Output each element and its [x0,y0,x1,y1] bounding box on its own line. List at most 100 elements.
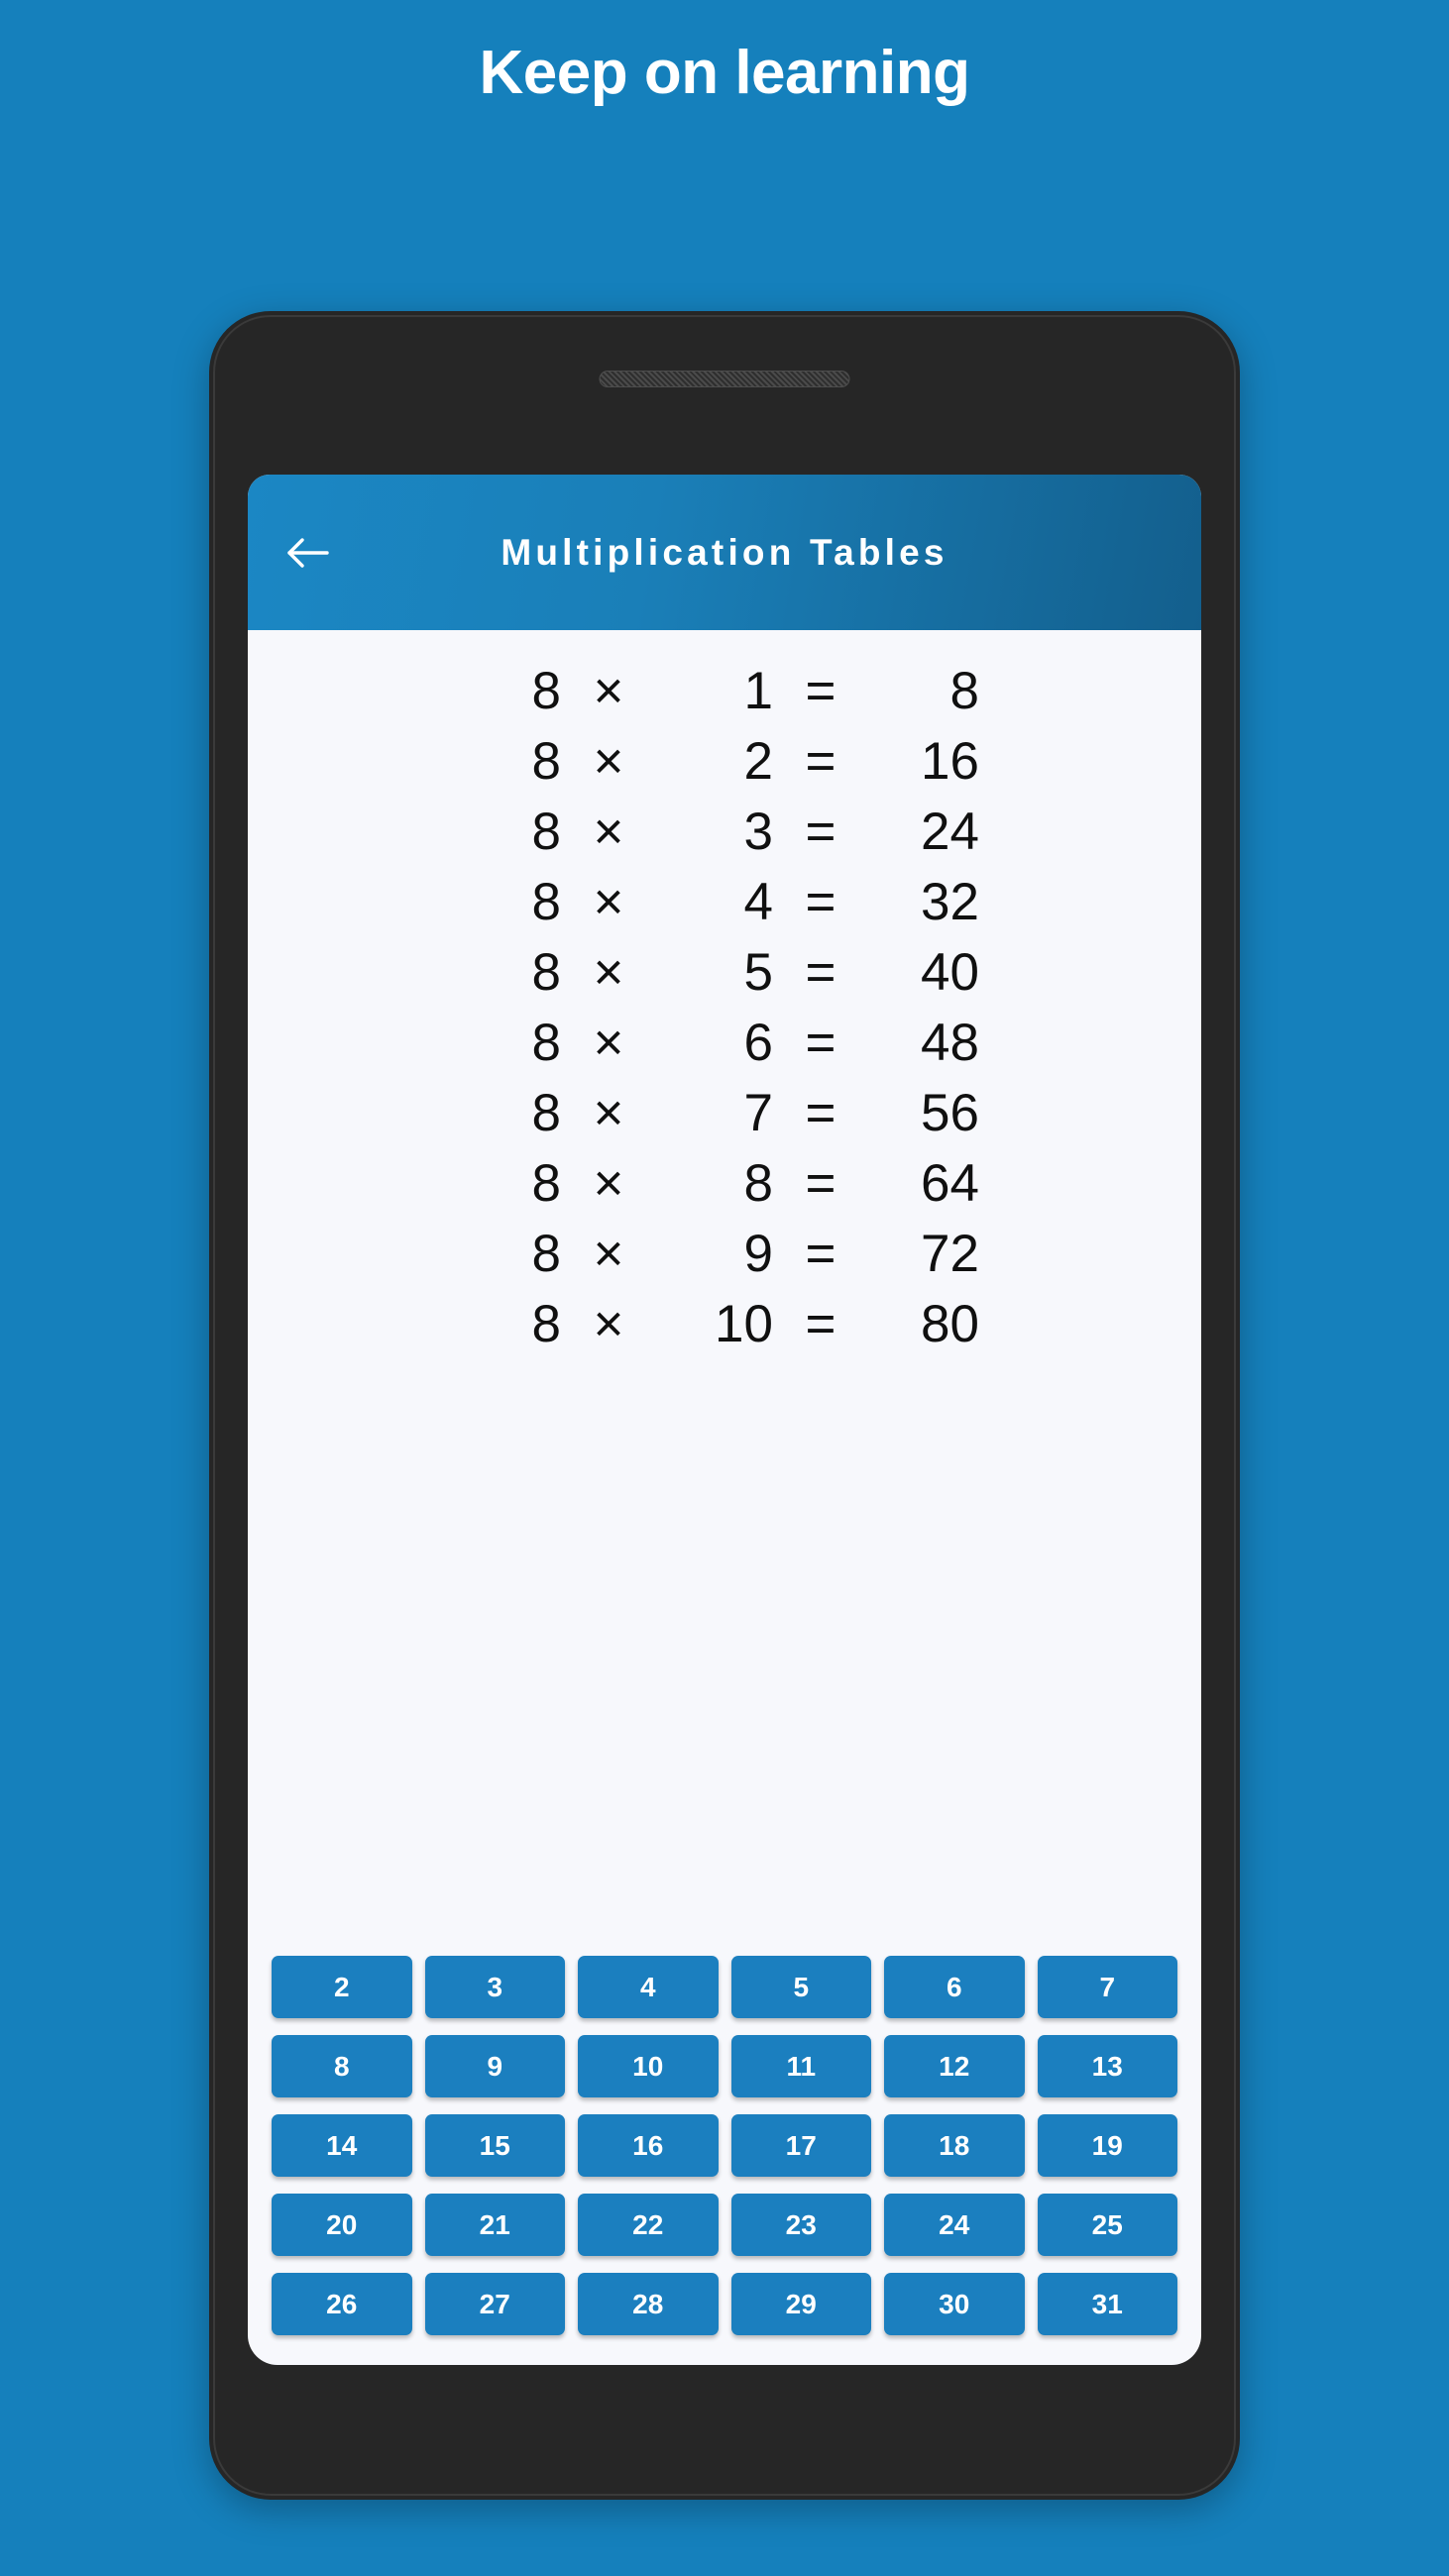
table-row: 8 × 7 = 56 [248,1078,1201,1148]
number-button-2[interactable]: 2 [272,1956,412,2018]
phone-screen: Multiplication Tables 8 × 1 = 8 8 × 2 = 16 8 × 3 = 24 8… [248,475,1201,2365]
equals-sign: = [805,803,836,861]
multiplier: 2 [743,732,773,791]
number-button-21[interactable]: 21 [424,2194,565,2256]
multiplier: 8 [743,1154,773,1213]
multiplier: 9 [743,1225,773,1283]
multiply-icon: × [593,662,624,720]
arrow-left-icon [286,536,330,570]
number-pad: 2 3 4 5 6 7 8 9 10 11 12 13 14 15 16 17 18 19 20 21 22 23 24 25… [248,1956,1201,2365]
page-title: Multiplication Tables [501,531,948,573]
multiply-icon: × [593,1154,624,1213]
number-button-18[interactable]: 18 [884,2114,1025,2177]
number-button-14[interactable]: 14 [272,2114,412,2177]
number-button-27[interactable]: 27 [424,2273,565,2335]
multiply-icon: × [593,943,624,1002]
multiply-icon: × [593,873,624,931]
number-button-24[interactable]: 24 [884,2194,1025,2256]
product: 8 [949,662,979,720]
table-row: 8 × 6 = 48 [248,1008,1201,1078]
table-row: 8 × 2 = 16 [248,726,1201,797]
multiplicand: 8 [531,873,561,931]
number-button-25[interactable]: 25 [1037,2194,1177,2256]
multiplicand: 8 [531,1225,561,1283]
equals-sign: = [805,943,836,1002]
number-pad-row: 26 27 28 29 30 31 [272,2273,1177,2335]
product: 56 [921,1084,979,1142]
number-button-7[interactable]: 7 [1037,1956,1177,2018]
equals-sign: = [805,1295,836,1353]
product: 80 [921,1295,979,1353]
equals-sign: = [805,1084,836,1142]
number-button-16[interactable]: 16 [578,2114,719,2177]
number-button-11[interactable]: 11 [730,2035,871,2097]
table-row: 8 × 9 = 72 [248,1219,1201,1289]
multiplicand: 8 [531,1014,561,1072]
multiplicand: 8 [531,1084,561,1142]
table-row: 8 × 8 = 64 [248,1148,1201,1219]
multiply-icon: × [593,803,624,861]
equals-sign: = [805,1154,836,1213]
number-button-10[interactable]: 10 [578,2035,719,2097]
product: 48 [921,1014,979,1072]
table-row: 8 × 4 = 32 [248,867,1201,937]
number-button-22[interactable]: 22 [578,2194,719,2256]
multiply-icon: × [593,1225,624,1283]
number-button-19[interactable]: 19 [1037,2114,1177,2177]
multiply-icon: × [593,1295,624,1353]
equals-sign: = [805,662,836,720]
number-button-26[interactable]: 26 [272,2273,412,2335]
multiplier: 3 [743,803,773,861]
number-button-30[interactable]: 30 [884,2273,1025,2335]
number-button-12[interactable]: 12 [884,2035,1025,2097]
product: 16 [921,732,979,791]
product: 64 [921,1154,979,1213]
multiplier: 5 [743,943,773,1002]
number-button-9[interactable]: 9 [424,2035,565,2097]
table-row: 8 × 3 = 24 [248,797,1201,867]
number-button-8[interactable]: 8 [272,2035,412,2097]
equals-sign: = [805,732,836,791]
multiplier: 1 [743,662,773,720]
number-pad-row: 20 21 22 23 24 25 [272,2194,1177,2256]
multiplicand: 8 [531,732,561,791]
product: 24 [921,803,979,861]
number-button-29[interactable]: 29 [730,2273,871,2335]
speaker-grille-icon [599,371,850,387]
number-button-31[interactable]: 31 [1037,2273,1177,2335]
number-button-5[interactable]: 5 [730,1956,871,2018]
promo-headline: Keep on learning [479,39,970,107]
number-pad-row: 14 15 16 17 18 19 [272,2114,1177,2177]
equals-sign: = [805,873,836,931]
table-row: 8 × 1 = 8 [248,656,1201,726]
multiplicand: 8 [531,943,561,1002]
table-row: 8 × 10 = 80 [248,1289,1201,1359]
multiplier: 6 [743,1014,773,1072]
number-button-4[interactable]: 4 [578,1956,719,2018]
number-button-17[interactable]: 17 [730,2114,871,2177]
multiplicand: 8 [531,1295,561,1353]
number-button-20[interactable]: 20 [272,2194,412,2256]
number-button-15[interactable]: 15 [424,2114,565,2177]
number-button-6[interactable]: 6 [884,1956,1025,2018]
multiplier: 4 [743,873,773,931]
multiplication-table: 8 × 1 = 8 8 × 2 = 16 8 × 3 = 24 8 × 4 = 32 8 × 5 = 40 8 × 6 = 48 8 × 7 = 5… [248,630,1201,1956]
equals-sign: = [805,1225,836,1283]
multiplicand: 8 [531,1154,561,1213]
table-row: 8 × 5 = 40 [248,937,1201,1008]
multiply-icon: × [593,1084,624,1142]
product: 72 [921,1225,979,1283]
number-pad-row: 234567 [272,1956,1177,2018]
multiply-icon: × [593,732,624,791]
app-bar: Multiplication Tables [248,475,1201,630]
number-button-28[interactable]: 28 [578,2273,719,2335]
back-button[interactable] [274,518,343,588]
number-button-23[interactable]: 23 [730,2194,871,2256]
number-button-3[interactable]: 3 [424,1956,565,2018]
multiplicand: 8 [531,662,561,720]
multiplier: 7 [743,1084,773,1142]
number-button-13[interactable]: 13 [1037,2035,1177,2097]
equals-sign: = [805,1014,836,1072]
product: 40 [921,943,979,1002]
multiply-icon: × [593,1014,624,1072]
